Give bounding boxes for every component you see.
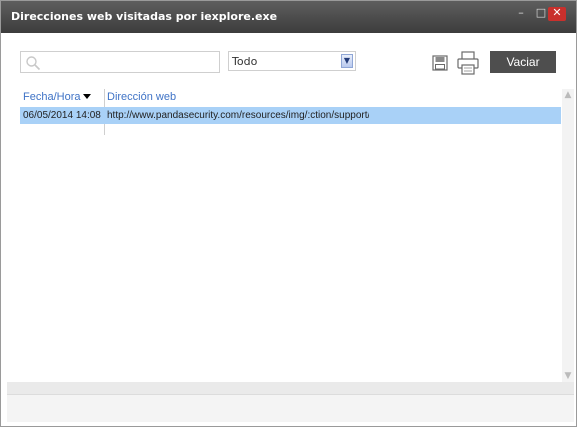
filter-selected-value: Todo [232, 55, 258, 68]
sort-descending-icon [83, 94, 92, 99]
cell-date: 06/05/2014 14:08 [23, 110, 101, 121]
clear-button[interactable]: Vaciar [490, 51, 556, 73]
save-icon[interactable] [432, 55, 448, 71]
close-button[interactable]: ✕ [548, 7, 566, 21]
search-icon [26, 56, 41, 71]
column-header-date-label: Fecha/Hora [23, 91, 81, 103]
horizontal-scrollbar[interactable] [7, 382, 574, 394]
scroll-down-icon[interactable]: ▼ [562, 370, 574, 382]
vertical-scrollbar[interactable]: ▲ ▼ [562, 89, 574, 382]
minimize-button[interactable]: – [512, 7, 530, 21]
window-title: Direcciones web visitadas por iexplore.e… [11, 10, 278, 23]
filter-select[interactable]: Todo ▼ [228, 51, 356, 71]
column-header-url-label: Dirección web [107, 91, 177, 103]
column-header-date[interactable]: Fecha/Hora [23, 89, 103, 106]
cell-url: http://www.pandasecurity.com/resources/i… [107, 110, 369, 121]
print-icon[interactable] [457, 51, 479, 75]
search-box[interactable] [20, 51, 220, 73]
title-bar[interactable]: Direcciones web visitadas por iexplore.e… [1, 1, 576, 33]
history-table: Fecha/Hora Dirección web 06/05/2014 14:0… [20, 89, 574, 379]
table-row[interactable]: 06/05/2014 14:08 http://www.pandasecurit… [20, 107, 561, 124]
search-input[interactable] [45, 54, 219, 72]
status-bar [7, 394, 574, 422]
chevron-down-icon[interactable]: ▼ [341, 54, 353, 68]
dialog-window: Direcciones web visitadas por iexplore.e… [0, 0, 577, 427]
scroll-up-icon[interactable]: ▲ [562, 89, 574, 101]
column-header-url[interactable]: Dirección web [107, 89, 507, 106]
